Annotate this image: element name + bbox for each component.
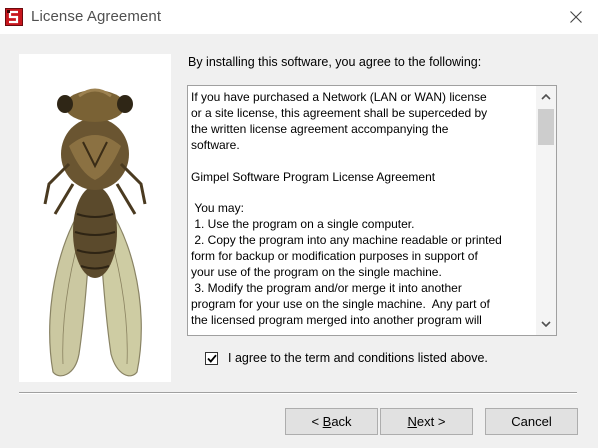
close-icon bbox=[570, 11, 582, 23]
cancel-button[interactable]: Cancel bbox=[485, 408, 578, 435]
license-text: If you have purchased a Network (LAN or … bbox=[191, 90, 502, 327]
next-button-rest: ext > bbox=[416, 414, 446, 429]
gimpel-app-icon bbox=[5, 8, 23, 26]
cicada-image bbox=[19, 54, 171, 382]
agree-label[interactable]: I agree to the term and conditions liste… bbox=[228, 351, 488, 365]
scroll-thumb[interactable] bbox=[538, 109, 554, 145]
intro-text: By installing this software, you agree t… bbox=[188, 55, 482, 69]
next-button[interactable]: Next > bbox=[380, 408, 473, 435]
next-button-accel: N bbox=[407, 414, 417, 429]
back-button-rest: ack bbox=[331, 414, 352, 429]
chevron-down-icon bbox=[541, 321, 551, 327]
agree-checkbox[interactable] bbox=[205, 352, 218, 365]
close-button[interactable] bbox=[560, 4, 592, 30]
back-button-accel: B bbox=[322, 414, 332, 429]
window-title: License Agreement bbox=[31, 8, 162, 25]
separator bbox=[19, 392, 577, 394]
license-text-area[interactable]: If you have purchased a Network (LAN or … bbox=[187, 85, 557, 336]
vertical-scrollbar[interactable] bbox=[536, 86, 556, 335]
checkmark-icon bbox=[206, 354, 217, 363]
dialog-client-area: By installing this software, you agree t… bbox=[0, 34, 598, 448]
back-button[interactable]: < Back bbox=[285, 408, 378, 435]
cancel-button-label: Cancel bbox=[511, 414, 552, 429]
title-bar: License Agreement bbox=[0, 0, 598, 34]
back-button-prefix: < bbox=[311, 414, 323, 429]
scroll-up-button[interactable] bbox=[536, 86, 556, 108]
scroll-down-button[interactable] bbox=[536, 313, 556, 335]
chevron-up-icon bbox=[541, 94, 551, 100]
